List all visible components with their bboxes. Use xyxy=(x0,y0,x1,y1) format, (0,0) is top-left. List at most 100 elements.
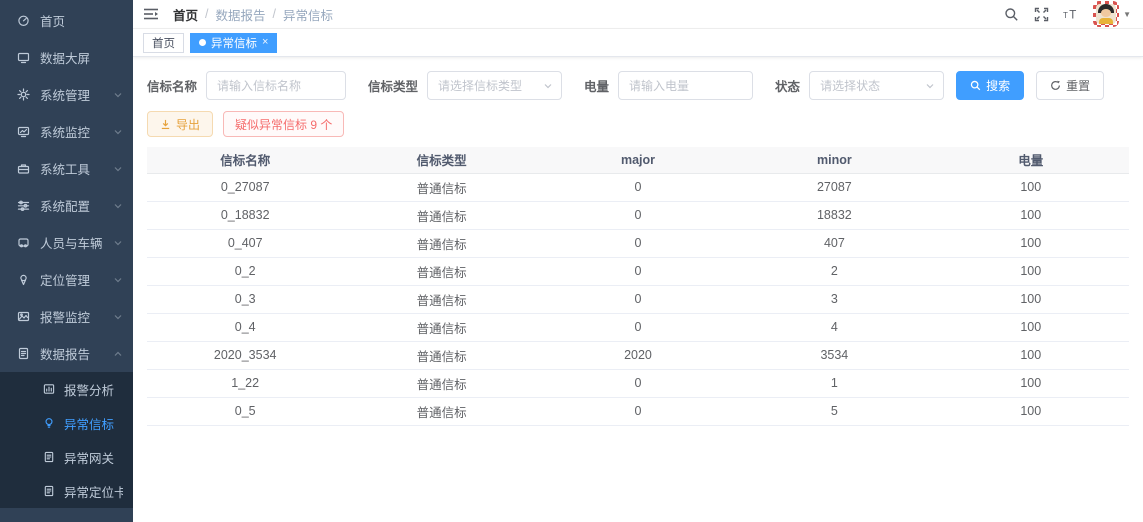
column-header-beacon-name: 信标名称 xyxy=(147,147,343,173)
select-placeholder: 请选择状态 xyxy=(820,77,880,94)
sidebar-item-label: 异常定位卡 xyxy=(64,482,123,501)
search-icon[interactable] xyxy=(1003,6,1019,22)
cell-major: 0 xyxy=(540,201,736,229)
sidebar-item-data-report[interactable]: 数据报告 xyxy=(0,335,133,372)
cell-major: 0 xyxy=(540,257,736,285)
beacon-table: 信标名称 信标类型 major minor 电量 0_27087 普通信标 0 … xyxy=(147,147,1129,426)
sidebar-item-label: 数据报告 xyxy=(40,344,113,363)
tag-label: 异常信标 xyxy=(211,35,257,51)
status-select[interactable]: 请选择状态 xyxy=(809,71,944,100)
cell-beacon-type: 普通信标 xyxy=(343,285,539,313)
tag-home[interactable]: 首页 xyxy=(143,33,184,53)
sidebar-item-label: 异常网关 xyxy=(64,448,123,467)
table-row: 2020_3534 普通信标 2020 3534 100 xyxy=(147,341,1129,369)
chevron-down-icon xyxy=(925,81,935,91)
battery-input[interactable] xyxy=(618,71,753,100)
table-row: 0_407 普通信标 0 407 100 xyxy=(147,229,1129,257)
sidebar-item-abnormal-location-card[interactable]: 异常定位卡 xyxy=(0,474,133,508)
sidebar-item-system-config[interactable]: 系统配置 xyxy=(0,187,133,224)
cell-beacon-type: 普通信标 xyxy=(343,229,539,257)
filter-form: 信标名称 信标类型 请选择信标类型 电量 状态 请选择状态 xyxy=(147,57,1129,100)
caret-down-icon: ▼ xyxy=(1123,10,1131,19)
sidebar-item-label: 系统配置 xyxy=(40,196,113,215)
cell-major: 0 xyxy=(540,229,736,257)
cell-minor: 407 xyxy=(736,229,932,257)
action-row: 导出 疑似异常信标 9 个 xyxy=(147,111,1129,137)
sidebar: 首页 数据大屏 系统管理 系统监控 系统工具 xyxy=(0,0,133,522)
sidebar-item-label: 系统工具 xyxy=(40,159,113,178)
toolbox-icon xyxy=(16,162,30,176)
reset-button-label: 重置 xyxy=(1066,77,1090,94)
beacon-type-select[interactable]: 请选择信标类型 xyxy=(427,71,562,100)
cell-minor: 3534 xyxy=(736,341,932,369)
font-size-icon[interactable]: TT xyxy=(1063,6,1079,22)
alarm-icon xyxy=(16,310,30,324)
sidebar-item-alarm-analysis[interactable]: 报警分析 xyxy=(0,372,133,406)
sidebar-item-label: 系统管理 xyxy=(40,85,113,104)
breadcrumb-section: 数据报告 xyxy=(216,5,266,24)
sidebar-item-abnormal-gateway[interactable]: 异常网关 xyxy=(0,440,133,474)
sidebar-item-label: 异常信标 xyxy=(64,414,123,433)
sidebar-item-label: 报警分析 xyxy=(64,380,123,399)
user-avatar[interactable]: ▼ xyxy=(1093,1,1131,27)
cell-beacon-type: 普通信标 xyxy=(343,397,539,425)
chevron-down-icon xyxy=(113,201,123,211)
search-button-label: 搜索 xyxy=(986,77,1010,94)
sidebar-item-data-screen[interactable]: 数据大屏 xyxy=(0,39,133,76)
export-button-label: 导出 xyxy=(176,116,200,133)
cell-minor: 5 xyxy=(736,397,932,425)
config-icon xyxy=(16,199,30,213)
cell-beacon-name: 0_407 xyxy=(147,229,343,257)
app-window: 首页 数据大屏 系统管理 系统监控 系统工具 xyxy=(0,0,1143,522)
sidebar-item-home[interactable]: 首页 xyxy=(0,2,133,39)
cell-major: 0 xyxy=(540,397,736,425)
chevron-down-icon xyxy=(113,275,123,285)
people-vehicle-icon xyxy=(16,236,30,250)
cell-beacon-name: 2020_3534 xyxy=(147,341,343,369)
column-header-major: major xyxy=(540,147,736,173)
beacon-type-label: 信标类型 xyxy=(368,76,418,95)
cell-minor: 18832 xyxy=(736,201,932,229)
sidebar-item-label: 首页 xyxy=(40,11,123,30)
chart-icon xyxy=(42,382,56,396)
sidebar-item-system-tools[interactable]: 系统工具 xyxy=(0,150,133,187)
close-icon[interactable]: × xyxy=(262,37,268,48)
sidebar-item-label: 报警监控 xyxy=(40,307,113,326)
cell-beacon-name: 0_2 xyxy=(147,257,343,285)
table-row: 0_27087 普通信标 0 27087 100 xyxy=(147,173,1129,201)
sidebar-item-people-vehicles[interactable]: 人员与车辆 xyxy=(0,224,133,261)
table-row: 0_3 普通信标 0 3 100 xyxy=(147,285,1129,313)
sidebar-item-system-management[interactable]: 系统管理 xyxy=(0,76,133,113)
hamburger-icon[interactable] xyxy=(143,6,161,22)
report-icon xyxy=(16,347,30,361)
sidebar-item-system-monitor[interactable]: 系统监控 xyxy=(0,113,133,150)
cell-beacon-name: 0_27087 xyxy=(147,173,343,201)
cell-battery: 100 xyxy=(933,397,1129,425)
chevron-down-icon xyxy=(113,127,123,137)
cell-minor: 1 xyxy=(736,369,932,397)
chevron-down-icon xyxy=(113,90,123,100)
tag-abnormal-beacon[interactable]: 异常信标 × xyxy=(190,33,277,53)
sidebar-item-abnormal-beacon[interactable]: 异常信标 xyxy=(0,406,133,440)
breadcrumb-separator: / xyxy=(205,7,208,21)
battery-label: 电量 xyxy=(584,76,609,95)
sidebar-item-alarm-monitor[interactable]: 报警监控 xyxy=(0,298,133,335)
gateway-icon xyxy=(42,450,56,464)
refresh-icon xyxy=(1050,80,1061,91)
column-header-beacon-type: 信标类型 xyxy=(343,147,539,173)
cell-battery: 100 xyxy=(933,173,1129,201)
download-icon xyxy=(160,119,171,130)
cell-beacon-type: 普通信标 xyxy=(343,341,539,369)
cell-battery: 100 xyxy=(933,201,1129,229)
beacon-icon xyxy=(42,416,56,430)
status-label: 状态 xyxy=(775,76,800,95)
sidebar-item-location-management[interactable]: 定位管理 xyxy=(0,261,133,298)
beacon-name-input[interactable] xyxy=(206,71,346,100)
fullscreen-icon[interactable] xyxy=(1033,6,1049,22)
export-button[interactable]: 导出 xyxy=(147,111,213,137)
search-button[interactable]: 搜索 xyxy=(956,71,1024,100)
reset-button[interactable]: 重置 xyxy=(1036,71,1104,100)
location-icon xyxy=(16,273,30,287)
badge-label: 疑似异常信标 9 个 xyxy=(235,116,332,133)
breadcrumb-home[interactable]: 首页 xyxy=(173,5,198,24)
